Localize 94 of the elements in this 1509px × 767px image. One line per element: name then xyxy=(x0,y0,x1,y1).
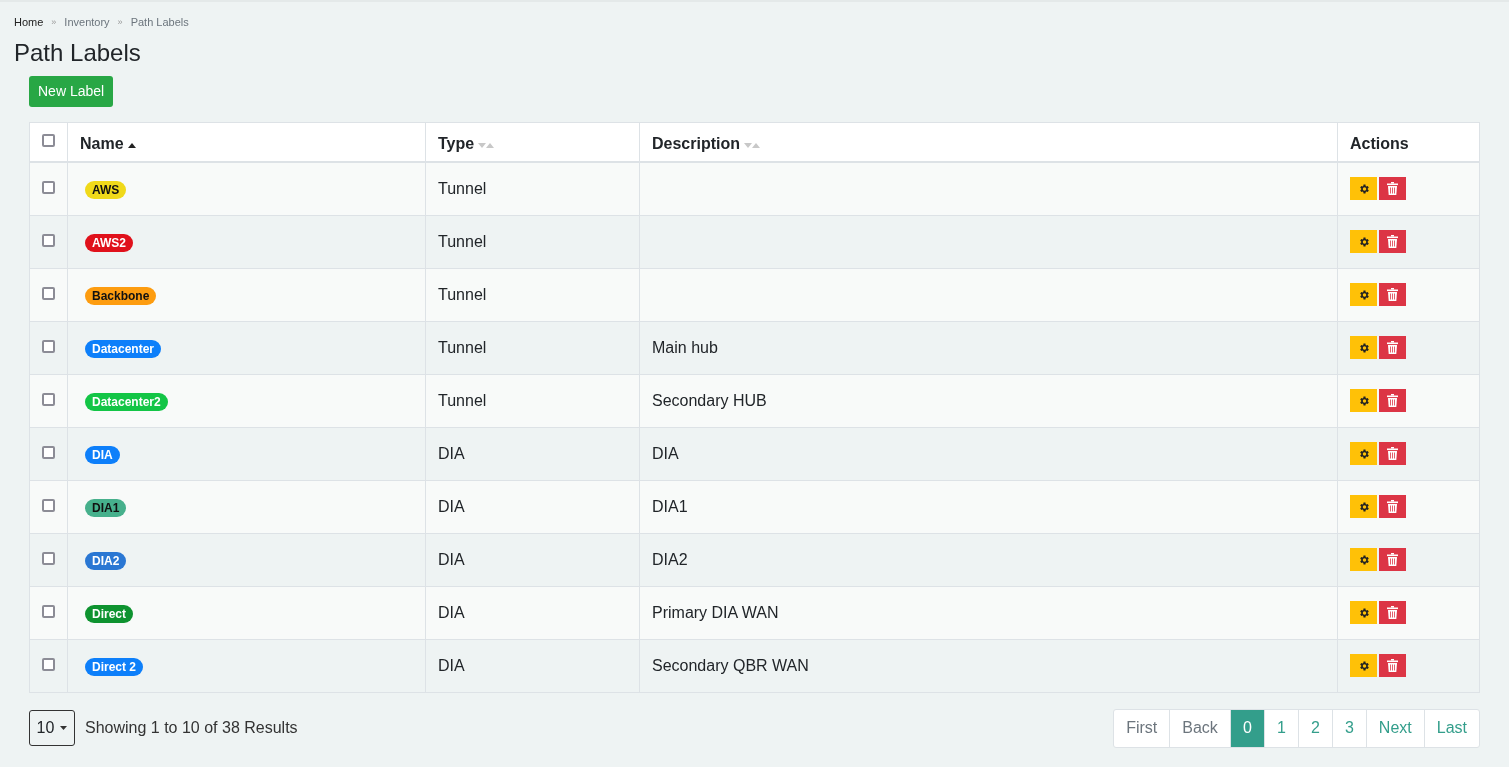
label-badge: AWS xyxy=(85,180,127,199)
gear-icon xyxy=(1357,394,1370,407)
trash-icon xyxy=(1387,553,1398,566)
label-badge: DIA1 xyxy=(85,498,127,517)
settings-button[interactable] xyxy=(1350,548,1377,571)
table-cell: Secondary HUB xyxy=(652,391,767,409)
breadcrumb-link[interactable]: Inventory xyxy=(64,14,110,31)
label-badge: Direct xyxy=(85,604,133,623)
settings-button[interactable] xyxy=(1350,389,1377,412)
label-badge: Backbone xyxy=(85,286,157,305)
trash-icon xyxy=(1387,447,1398,460)
page-link[interactable]: Next xyxy=(1365,709,1424,747)
label-badge: DIA2 xyxy=(85,551,127,570)
gear-icon xyxy=(1357,182,1370,195)
table-cell: Primary DIA WAN xyxy=(652,603,779,621)
new-label-button[interactable]: New Label xyxy=(29,75,114,107)
trash-icon xyxy=(1387,659,1398,672)
breadcrumb-link[interactable]: Path Labels xyxy=(130,14,189,31)
table-cell: DIA xyxy=(438,656,465,674)
delete-button[interactable] xyxy=(1379,548,1406,571)
checkbox[interactable] xyxy=(42,339,55,353)
page-title: Path Labels xyxy=(14,37,142,68)
delete-button[interactable] xyxy=(1379,336,1406,359)
page-link[interactable]: 2 xyxy=(1297,709,1332,747)
results-summary: Showing 1 to 10 of 38 Results xyxy=(85,718,298,738)
breadcrumb-separator: » xyxy=(51,15,57,29)
checkbox[interactable] xyxy=(42,233,55,247)
table-cell: DIA1 xyxy=(652,497,688,515)
label-badge: Direct 2 xyxy=(85,657,144,676)
table-cell: Secondary QBR WAN xyxy=(652,656,809,674)
delete-button[interactable] xyxy=(1379,601,1406,624)
settings-button[interactable] xyxy=(1350,177,1377,201)
breadcrumb-link[interactable]: Home xyxy=(14,14,44,31)
table-cell: DIA2 xyxy=(652,550,688,568)
gear-icon xyxy=(1357,341,1370,354)
checkbox[interactable] xyxy=(42,286,55,300)
delete-button[interactable] xyxy=(1379,654,1406,677)
settings-button[interactable] xyxy=(1350,283,1377,306)
trash-icon xyxy=(1387,500,1398,513)
checkbox[interactable] xyxy=(42,551,55,565)
delete-button[interactable] xyxy=(1379,442,1406,465)
breadcrumb-separator: » xyxy=(117,15,123,29)
page-size-select[interactable]: 10 xyxy=(29,710,75,746)
checkbox[interactable] xyxy=(42,392,55,406)
delete-button[interactable] xyxy=(1379,177,1406,201)
trash-icon xyxy=(1387,288,1398,301)
page-link[interactable]: 1 xyxy=(1263,709,1298,747)
trash-icon xyxy=(1387,394,1398,407)
checkbox[interactable] xyxy=(42,604,55,618)
trash-icon xyxy=(1387,341,1398,354)
table-cell: Tunnel xyxy=(438,338,487,356)
table-cell: DIA xyxy=(438,603,465,621)
table-cell: Tunnel xyxy=(438,391,487,409)
delete-button[interactable] xyxy=(1379,495,1406,518)
gear-icon xyxy=(1357,500,1370,513)
delete-button[interactable] xyxy=(1379,283,1406,306)
label-badge: DIA xyxy=(85,445,120,464)
label-badge: Datacenter xyxy=(85,339,162,358)
trash-icon xyxy=(1387,606,1398,619)
trash-icon xyxy=(1387,182,1398,196)
caret-icon xyxy=(60,726,68,730)
gear-icon xyxy=(1357,659,1370,672)
gear-icon xyxy=(1357,606,1370,619)
trash-icon xyxy=(1387,235,1398,248)
settings-button[interactable] xyxy=(1350,495,1377,518)
checkbox[interactable] xyxy=(42,180,55,194)
checkbox[interactable] xyxy=(42,657,55,671)
checkbox[interactable] xyxy=(42,133,55,147)
label-badge: AWS2 xyxy=(85,233,133,252)
gear-icon xyxy=(1357,553,1370,566)
table-cell: Main hub xyxy=(652,338,718,356)
gear-icon xyxy=(1357,447,1370,460)
label-badge: Datacenter2 xyxy=(85,392,168,411)
table-cell: DIA xyxy=(438,550,465,568)
checkbox[interactable] xyxy=(42,498,55,512)
table-cell: Tunnel xyxy=(438,232,487,250)
page-link[interactable]: Last xyxy=(1423,709,1479,747)
settings-button[interactable] xyxy=(1350,336,1377,359)
settings-button[interactable] xyxy=(1350,442,1377,465)
settings-button[interactable] xyxy=(1350,601,1377,624)
page-link[interactable]: 0 xyxy=(1229,709,1264,747)
table-cell: DIA xyxy=(438,444,465,462)
checkbox[interactable] xyxy=(42,445,55,459)
delete-button[interactable] xyxy=(1379,230,1406,253)
table-cell: Tunnel xyxy=(438,179,487,197)
settings-button[interactable] xyxy=(1350,230,1377,253)
table-cell: Tunnel xyxy=(438,285,487,303)
table-cell: DIA xyxy=(438,497,465,515)
gear-icon xyxy=(1357,235,1370,248)
gear-icon xyxy=(1357,288,1370,301)
table-cell: DIA xyxy=(652,444,679,462)
settings-button[interactable] xyxy=(1350,654,1377,677)
delete-button[interactable] xyxy=(1379,389,1406,412)
page-link[interactable]: 3 xyxy=(1331,709,1366,747)
